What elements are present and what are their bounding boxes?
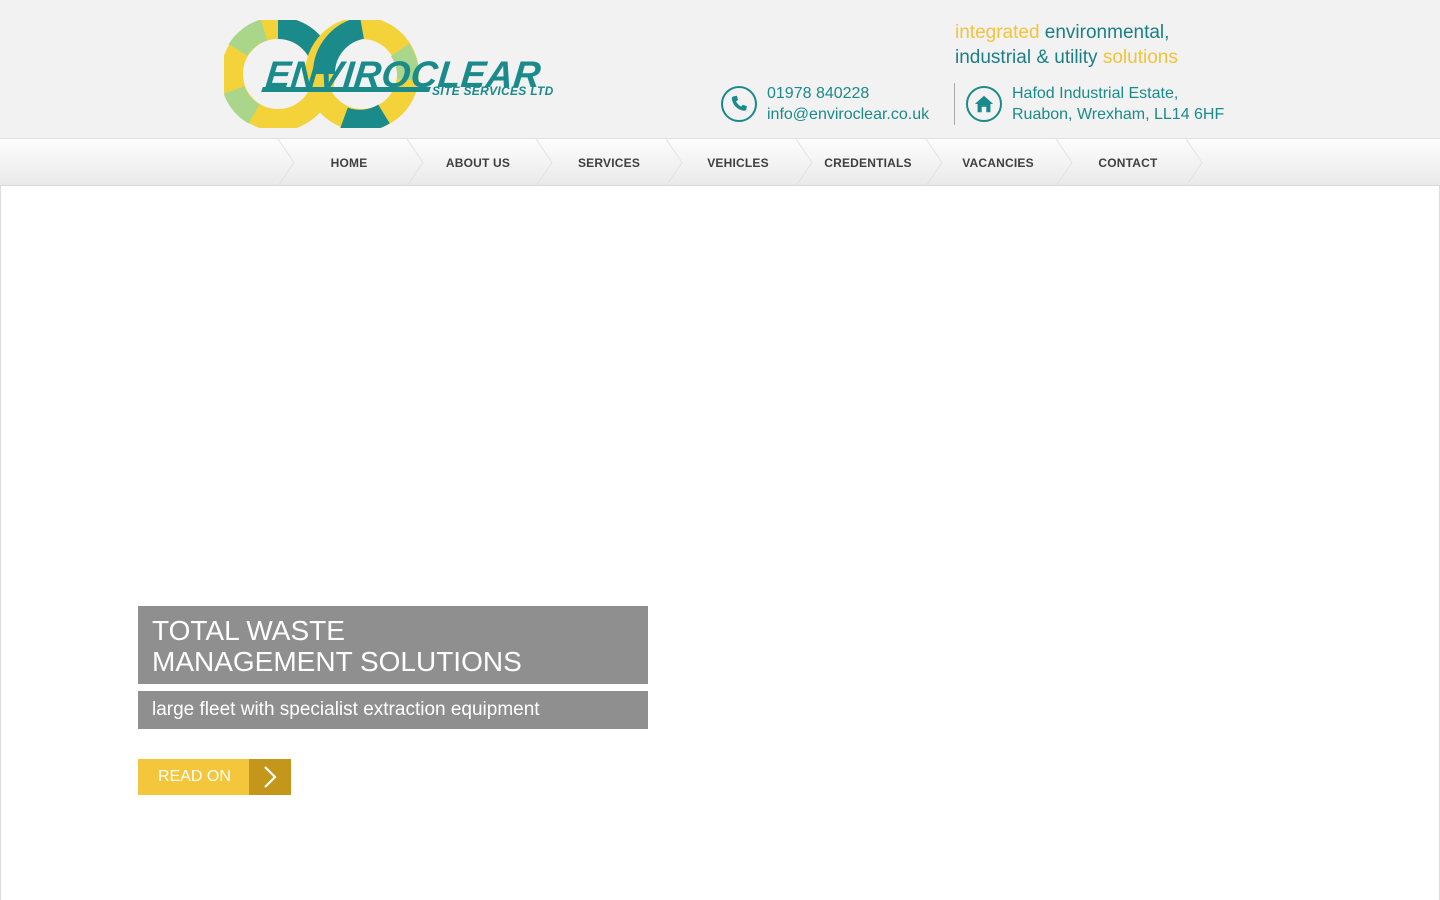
read-on-label: READ ON bbox=[158, 768, 231, 785]
hero-subtitle: large fleet with specialist extraction e… bbox=[138, 691, 648, 729]
phone-icon bbox=[721, 86, 757, 122]
tagline-industrial-utility: industrial & utility bbox=[955, 47, 1098, 68]
hero-title-box: TOTAL WASTE MANAGEMENT SOLUTIONS bbox=[138, 606, 648, 684]
nav-separator bbox=[1185, 139, 1203, 186]
hero-slider: TOTAL WASTE MANAGEMENT SOLUTIONS large f… bbox=[0, 186, 1440, 900]
address-line-2: Ruabon, Wrexham, LL14 6HF bbox=[1012, 106, 1225, 123]
nav-item-vacancies[interactable]: VACANCIES bbox=[941, 139, 1055, 186]
nav-item-contact[interactable]: CONTACT bbox=[1071, 139, 1185, 186]
nav-item-credentials[interactable]: CREDENTIALS bbox=[811, 139, 925, 186]
nav-item-home[interactable]: HOME bbox=[293, 139, 405, 186]
address-line-1: Hafod Industrial Estate, bbox=[1012, 85, 1179, 102]
chevron-right-icon bbox=[249, 759, 291, 795]
tagline-integrated: integrated bbox=[955, 22, 1040, 43]
site-tagline: integrated environmental, industrial & u… bbox=[955, 20, 1178, 70]
contact-phone-email: 01978 840228 info@enviroclear.co.uk bbox=[721, 83, 951, 125]
logo-subtitle: SITE SERVICES LTD bbox=[432, 84, 554, 98]
read-on-button[interactable]: READ ON bbox=[138, 759, 291, 795]
home-icon bbox=[966, 86, 1002, 122]
contact-divider bbox=[954, 83, 955, 125]
phone-number-link[interactable]: 01978 840228 bbox=[767, 83, 929, 104]
tagline-environmental: environmental, bbox=[1044, 22, 1170, 43]
hero-title-line-2: MANAGEMENT SOLUTIONS bbox=[152, 646, 522, 677]
nav-item-services[interactable]: SERVICES bbox=[551, 139, 667, 186]
hero-title-line-1: TOTAL WASTE bbox=[152, 615, 345, 646]
nav-item-vehicles[interactable]: VEHICLES bbox=[681, 139, 795, 186]
tagline-solutions: solutions bbox=[1102, 47, 1178, 68]
main-navigation: HOME ABOUT US SERVICES VEHICLES CREDENTI… bbox=[0, 138, 1440, 186]
enviroclear-logo[interactable]: ENVIROCLEAR SITE SERVICES LTD bbox=[224, 20, 584, 128]
nav-item-about-us[interactable]: ABOUT US bbox=[422, 139, 534, 186]
email-link[interactable]: info@enviroclear.co.uk bbox=[767, 104, 929, 125]
site-header: ENVIROCLEAR SITE SERVICES LTD integrated… bbox=[0, 0, 1440, 138]
contact-address: Hafod Industrial Estate, Ruabon, Wrexham… bbox=[966, 83, 1236, 125]
